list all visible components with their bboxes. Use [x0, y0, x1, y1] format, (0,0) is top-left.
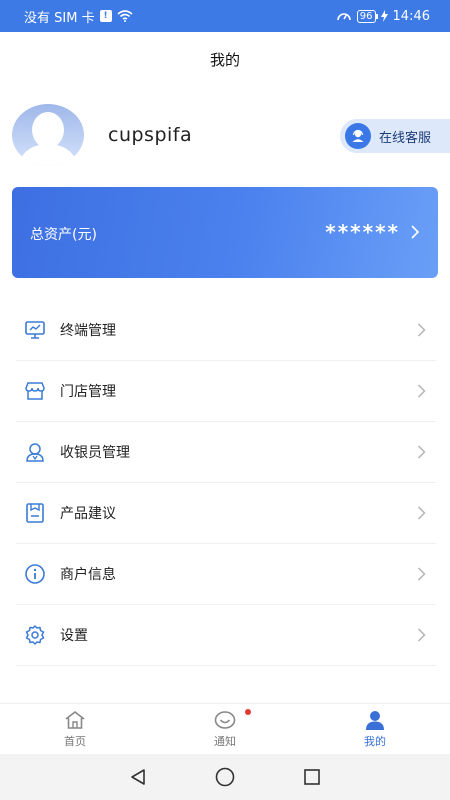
battery-indicator: 96 [356, 9, 376, 23]
feedback-icon [24, 502, 46, 524]
chevron-right-icon [411, 225, 420, 239]
tab-notifications[interactable]: 通知 [150, 704, 300, 754]
battery-level: 96 [359, 10, 373, 22]
username: cupspifa [108, 124, 193, 146]
menu-list: 终端管理 门店管理 收银员管理 产品建议 商户信息 设置 [16, 300, 436, 666]
system-navigation-bar [0, 754, 450, 800]
tab-label: 我的 [364, 734, 386, 748]
back-triangle-icon[interactable] [129, 768, 147, 786]
page-title: 我的 [209, 50, 240, 69]
status-right: 96 14:46 [336, 9, 430, 24]
menu-item-feedback[interactable]: 产品建议 [16, 483, 436, 544]
menu-label: 门店管理 [60, 384, 116, 400]
tab-label: 通知 [214, 734, 236, 748]
monitor-icon [24, 319, 46, 341]
chevron-right-icon [417, 445, 426, 459]
profile-section: cupspifa 在线客服 [0, 100, 450, 172]
carrier-text: 没有 SIM 卡 [24, 10, 95, 26]
tab-mine[interactable]: 我的 [300, 704, 450, 754]
tab-label: 首页 [64, 734, 86, 748]
tab-home[interactable]: 首页 [0, 704, 150, 754]
home-icon [65, 710, 85, 729]
avatar-head [32, 112, 64, 148]
store-icon [24, 380, 46, 402]
avatar-body [20, 144, 76, 166]
sim-alert-icon: ! [99, 10, 112, 22]
person-icon [366, 710, 384, 730]
avatar[interactable] [12, 104, 84, 166]
bottom-tab-bar: 首页 通知 我的 [0, 703, 450, 754]
menu-label: 商户信息 [60, 567, 116, 583]
chevron-right-icon [417, 323, 426, 337]
chevron-right-icon [417, 506, 426, 520]
speedometer-icon [336, 13, 351, 21]
menu-item-cashier[interactable]: 收银员管理 [16, 422, 436, 483]
status-left: 没有 SIM 卡 ! [24, 7, 133, 26]
recent-apps-square-icon[interactable] [303, 768, 321, 786]
total-assets-label: 总资产(元) [30, 227, 97, 243]
info-icon [24, 563, 46, 585]
menu-label: 收银员管理 [60, 445, 130, 461]
nav-bar: 我的 [0, 32, 450, 86]
menu-item-terminal[interactable]: 终端管理 [16, 300, 436, 361]
online-service-label: 在线客服 [379, 130, 432, 146]
smile-icon [214, 710, 236, 729]
online-service-button[interactable]: 在线客服 [340, 119, 450, 153]
chevron-right-icon [417, 384, 426, 398]
clock-text: 14:46 [392, 8, 430, 24]
status-bar: 没有 SIM 卡 ! 96 14:46 [0, 0, 450, 32]
home-circle-icon[interactable] [215, 767, 235, 787]
menu-label: 终端管理 [60, 323, 116, 339]
menu-item-store[interactable]: 门店管理 [16, 361, 436, 422]
menu-label: 产品建议 [60, 506, 116, 522]
gear-icon [24, 624, 46, 646]
menu-item-settings[interactable]: 设置 [16, 605, 436, 666]
total-assets-card[interactable]: 总资产(元) ****** [12, 187, 438, 278]
customer-service-icon [345, 123, 371, 149]
total-assets-value: ****** [325, 220, 400, 244]
chevron-right-icon [417, 567, 426, 581]
chevron-right-icon [417, 628, 426, 642]
charging-icon [380, 10, 388, 22]
user-icon [24, 441, 46, 463]
menu-label: 设置 [60, 628, 88, 644]
wifi-icon [117, 10, 133, 22]
notification-badge [245, 709, 251, 715]
menu-item-merchant-info[interactable]: 商户信息 [16, 544, 436, 605]
